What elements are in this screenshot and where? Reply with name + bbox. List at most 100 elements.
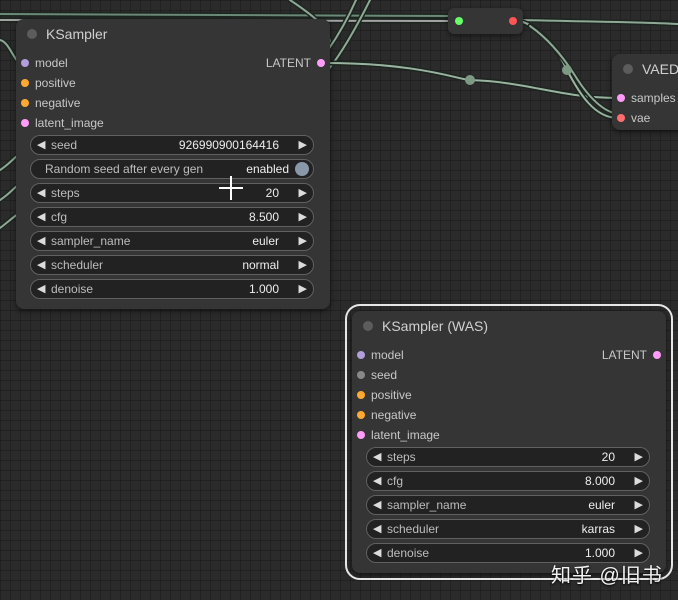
decrement-arrow-icon[interactable]: ◀ bbox=[37, 210, 45, 223]
decrement-arrow-icon[interactable]: ◀ bbox=[373, 546, 381, 559]
decrement-arrow-icon[interactable]: ◀ bbox=[373, 522, 381, 535]
output-label-latent: LATENT bbox=[601, 348, 647, 362]
ksampler-title-bar[interactable]: KSampler bbox=[16, 19, 330, 49]
sampler-name-widget[interactable]: ◀ sampler_name euler ▶ bbox=[30, 231, 314, 251]
random-seed-toggle[interactable]: Random seed after every gen enabled bbox=[30, 159, 314, 179]
widget-value: 926990900164416 bbox=[178, 138, 279, 152]
increment-arrow-icon[interactable]: ▶ bbox=[299, 282, 307, 295]
output-slot-latent[interactable]: LATENT bbox=[601, 345, 661, 365]
collapse-dot-icon[interactable] bbox=[363, 321, 373, 331]
widget-value: enabled bbox=[246, 162, 289, 176]
widget-label: seed bbox=[51, 138, 78, 152]
input-slot-positive[interactable]: positive bbox=[21, 73, 76, 93]
ksampler-was-node[interactable]: KSampler (WAS) model seed positive negat… bbox=[345, 304, 673, 580]
scheduler-widget[interactable]: ◀ scheduler normal ▶ bbox=[30, 255, 314, 275]
steps-widget[interactable]: ◀ steps 20 ▶ bbox=[30, 183, 314, 203]
latent-image-pin-icon[interactable] bbox=[357, 431, 365, 439]
widget-label: cfg bbox=[387, 474, 404, 488]
input-slot-model[interactable]: model bbox=[357, 345, 404, 365]
model-pin-icon[interactable] bbox=[21, 59, 29, 67]
input-slot-negative[interactable]: negative bbox=[21, 93, 81, 113]
decrement-arrow-icon[interactable]: ◀ bbox=[37, 282, 45, 295]
ksampler-was-title: KSampler (WAS) bbox=[382, 318, 489, 334]
increment-arrow-icon[interactable]: ▶ bbox=[635, 522, 643, 535]
decrement-arrow-icon[interactable]: ◀ bbox=[373, 450, 381, 463]
input-label-model: model bbox=[35, 56, 68, 70]
input-slot-negative[interactable]: negative bbox=[357, 405, 416, 425]
input-slot-vae[interactable]: vae bbox=[617, 108, 651, 128]
positive-pin-icon[interactable] bbox=[21, 79, 29, 87]
increment-arrow-icon[interactable]: ▶ bbox=[635, 546, 643, 559]
vae-decode-title-bar[interactable]: VAED bbox=[612, 54, 678, 84]
widget-label: cfg bbox=[51, 210, 68, 224]
vae-pin-icon[interactable] bbox=[617, 114, 625, 122]
increment-arrow-icon[interactable]: ▶ bbox=[635, 498, 643, 511]
widget-label: steps bbox=[51, 186, 80, 200]
input-label-samples: samples bbox=[631, 91, 676, 105]
input-slot-seed[interactable]: seed bbox=[357, 365, 397, 385]
widget-label: Random seed after every gen bbox=[45, 162, 204, 176]
input-slot-samples[interactable]: samples bbox=[617, 88, 676, 108]
reroute-input-pin[interactable] bbox=[455, 17, 463, 25]
watermark: 知乎 @旧书 bbox=[551, 565, 663, 587]
seed-widget[interactable]: ◀ seed 926990900164416 ▶ bbox=[30, 135, 314, 155]
increment-arrow-icon[interactable]: ▶ bbox=[635, 474, 643, 487]
widget-label: scheduler bbox=[51, 258, 104, 272]
sampler-name-widget[interactable]: ◀ sampler_name euler ▶ bbox=[366, 495, 650, 515]
latent-image-pin-icon[interactable] bbox=[21, 119, 29, 127]
widget-value: euler bbox=[588, 498, 615, 512]
output-slot-latent[interactable]: LATENT bbox=[266, 53, 325, 73]
decrement-arrow-icon[interactable]: ◀ bbox=[373, 474, 381, 487]
increment-arrow-icon[interactable]: ▶ bbox=[299, 258, 307, 271]
latent-output-pin-icon[interactable] bbox=[317, 59, 325, 67]
decrement-arrow-icon[interactable]: ◀ bbox=[37, 258, 45, 271]
widget-value: 8.000 bbox=[584, 474, 615, 488]
model-pin-icon[interactable] bbox=[357, 351, 365, 359]
increment-arrow-icon[interactable]: ▶ bbox=[635, 450, 643, 463]
input-label-model: model bbox=[371, 348, 404, 362]
increment-arrow-icon[interactable]: ▶ bbox=[299, 234, 307, 247]
widget-label: sampler_name bbox=[387, 498, 467, 512]
reroute-output-pin[interactable] bbox=[509, 17, 517, 25]
cfg-widget[interactable]: ◀ cfg 8.000 ▶ bbox=[366, 471, 650, 491]
cfg-widget[interactable]: ◀ cfg 8.500 ▶ bbox=[30, 207, 314, 227]
decrement-arrow-icon[interactable]: ◀ bbox=[373, 498, 381, 511]
input-slot-latent-image[interactable]: latent_image bbox=[21, 113, 104, 133]
decrement-arrow-icon[interactable]: ◀ bbox=[37, 138, 45, 151]
widget-label: sampler_name bbox=[51, 234, 131, 248]
denoise-widget[interactable]: ◀ denoise 1.000 ▶ bbox=[30, 279, 314, 299]
scheduler-widget[interactable]: ◀ scheduler karras ▶ bbox=[366, 519, 650, 539]
positive-pin-icon[interactable] bbox=[357, 391, 365, 399]
negative-pin-icon[interactable] bbox=[21, 99, 29, 107]
input-slot-positive[interactable]: positive bbox=[357, 385, 412, 405]
vae-decode-node[interactable]: VAED samples vae bbox=[612, 54, 678, 130]
decrement-arrow-icon[interactable]: ◀ bbox=[37, 186, 45, 199]
steps-widget[interactable]: ◀ steps 20 ▶ bbox=[366, 447, 650, 467]
input-slot-latent-image[interactable]: latent_image bbox=[357, 425, 440, 445]
input-label-negative: negative bbox=[35, 96, 81, 110]
collapse-dot-icon[interactable] bbox=[623, 64, 633, 74]
input-label-positive: positive bbox=[35, 76, 76, 90]
widget-label: steps bbox=[387, 450, 416, 464]
negative-pin-icon[interactable] bbox=[357, 411, 365, 419]
toggle-knob-icon[interactable] bbox=[295, 162, 309, 176]
increment-arrow-icon[interactable]: ▶ bbox=[299, 186, 307, 199]
latent-output-pin-icon[interactable] bbox=[653, 351, 661, 359]
ksampler-was-title-bar[interactable]: KSampler (WAS) bbox=[352, 311, 666, 341]
increment-arrow-icon[interactable]: ▶ bbox=[299, 210, 307, 223]
collapse-dot-icon[interactable] bbox=[27, 29, 37, 39]
reroute-node[interactable] bbox=[448, 8, 523, 34]
widget-value: euler bbox=[252, 234, 279, 248]
input-slot-model[interactable]: model bbox=[21, 53, 68, 73]
input-label-vae: vae bbox=[631, 111, 651, 125]
seed-pin-icon[interactable] bbox=[357, 371, 365, 379]
widget-value: 1.000 bbox=[584, 546, 615, 560]
ksampler-node[interactable]: KSampler model positive negative latent_… bbox=[16, 19, 330, 309]
samples-pin-icon[interactable] bbox=[617, 94, 625, 102]
decrement-arrow-icon[interactable]: ◀ bbox=[37, 234, 45, 247]
widget-label: scheduler bbox=[387, 522, 440, 536]
increment-arrow-icon[interactable]: ▶ bbox=[299, 138, 307, 151]
input-label-latent-image: latent_image bbox=[371, 428, 440, 442]
input-label-latent-image: latent_image bbox=[35, 116, 104, 130]
widget-label: denoise bbox=[387, 546, 430, 560]
